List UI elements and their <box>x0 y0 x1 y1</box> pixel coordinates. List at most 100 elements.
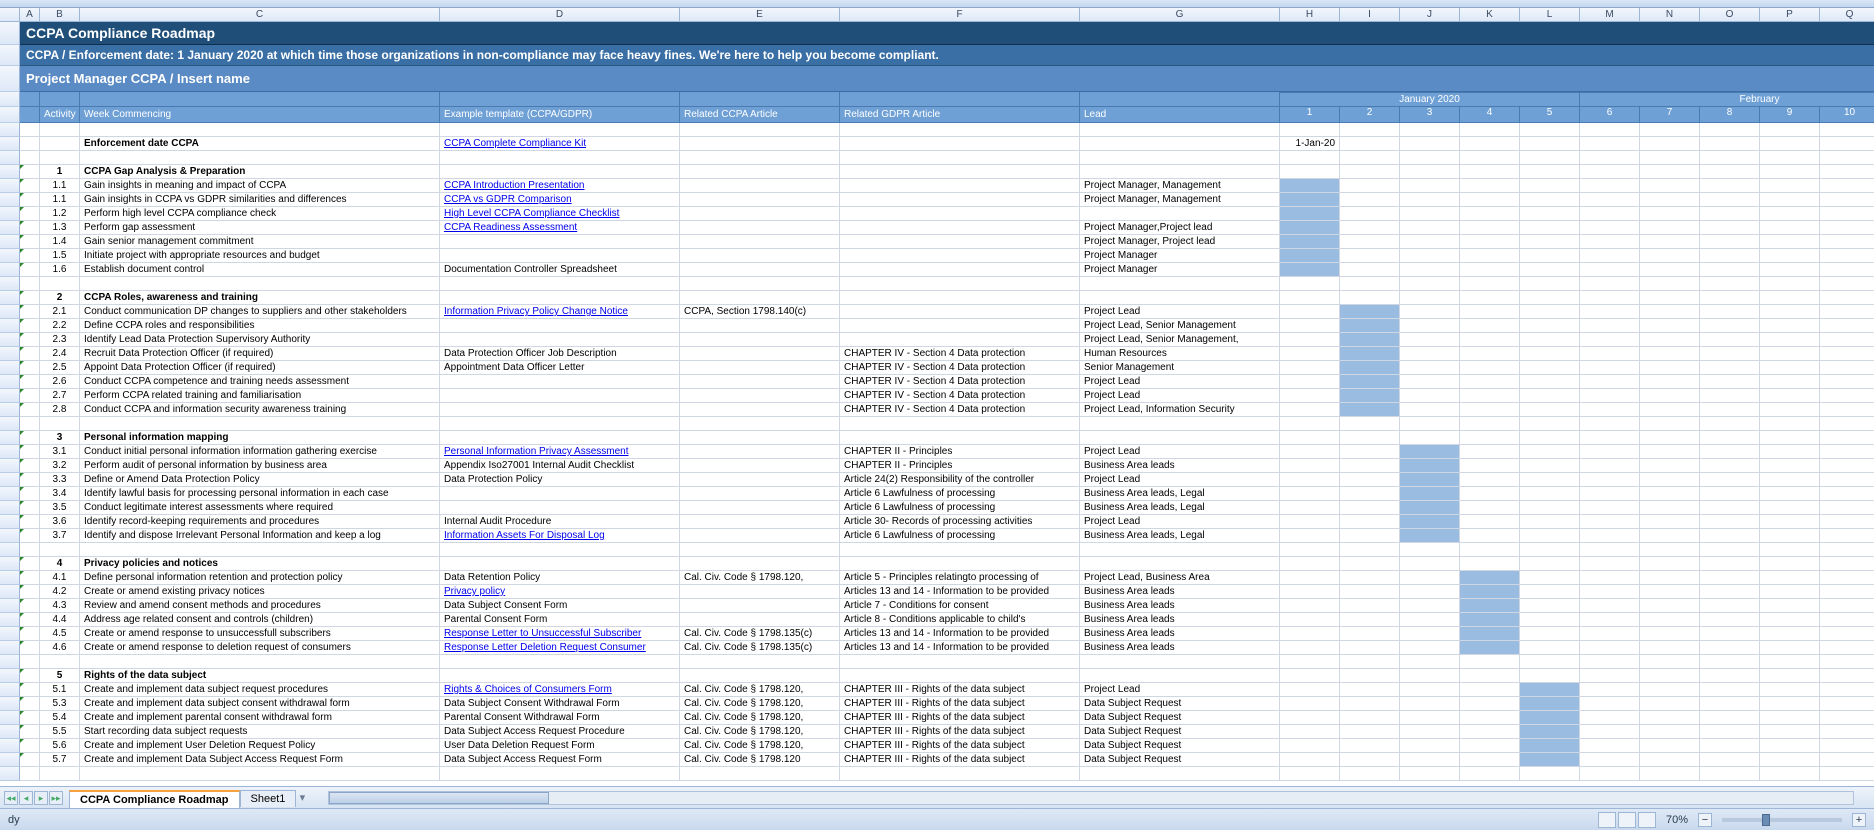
cell[interactable] <box>1640 501 1700 515</box>
activity-id[interactable]: 2.1 <box>40 305 80 319</box>
cell[interactable] <box>1400 347 1460 361</box>
cell[interactable] <box>440 767 680 781</box>
column-header[interactable]: P <box>1760 8 1820 22</box>
cell[interactable] <box>1460 221 1520 235</box>
cell[interactable] <box>20 235 40 249</box>
cell[interactable] <box>1820 571 1874 585</box>
activity-id[interactable]: 4.6 <box>40 641 80 655</box>
cell[interactable] <box>680 151 840 165</box>
template-link[interactable]: Personal Information Privacy Assessment <box>444 446 629 457</box>
cell[interactable] <box>1580 165 1640 179</box>
cell[interactable] <box>1700 431 1760 445</box>
view-page-layout-button[interactable] <box>1618 812 1636 828</box>
cell[interactable] <box>680 277 840 291</box>
cell[interactable] <box>680 123 840 137</box>
cell[interactable] <box>1580 459 1640 473</box>
cell[interactable] <box>40 417 80 431</box>
cell[interactable] <box>680 165 840 179</box>
cell[interactable] <box>1820 305 1874 319</box>
cell[interactable] <box>1700 235 1760 249</box>
row-header[interactable] <box>0 515 20 529</box>
cell[interactable] <box>1640 711 1700 725</box>
cell[interactable] <box>1760 375 1820 389</box>
cell[interactable] <box>1460 515 1520 529</box>
activity-id[interactable]: 2.3 <box>40 333 80 347</box>
row-header[interactable] <box>0 753 20 767</box>
lead-cell[interactable]: Human Resources <box>1080 347 1280 361</box>
cell[interactable] <box>1760 263 1820 277</box>
cell[interactable] <box>1820 361 1874 375</box>
template-cell[interactable]: Data Subject Access Request Form <box>440 753 680 767</box>
cell[interactable] <box>1640 739 1700 753</box>
activity-desc[interactable]: Conduct communication DP changes to supp… <box>80 305 440 319</box>
activity-desc[interactable]: Start recording data subject requests <box>80 725 440 739</box>
gantt-bar[interactable] <box>1460 599 1520 613</box>
cell[interactable] <box>20 515 40 529</box>
cell[interactable] <box>20 529 40 543</box>
ccpa-article[interactable] <box>680 585 840 599</box>
cell[interactable] <box>1280 277 1340 291</box>
cell[interactable] <box>1580 179 1640 193</box>
activity-desc[interactable]: Identify and dispose Irrelevant Personal… <box>80 529 440 543</box>
cell[interactable] <box>1820 333 1874 347</box>
tab-sheet1[interactable]: Sheet1 <box>240 790 297 807</box>
cell[interactable] <box>1700 193 1760 207</box>
cell[interactable] <box>1700 291 1760 305</box>
activity-desc[interactable]: Review and amend consent methods and pro… <box>80 599 440 613</box>
cell[interactable] <box>1580 207 1640 221</box>
cell[interactable] <box>1700 739 1760 753</box>
activity-desc[interactable]: Identify Lead Data Protection Supervisor… <box>80 333 440 347</box>
cell[interactable] <box>20 627 40 641</box>
ccpa-article[interactable] <box>680 529 840 543</box>
activity-desc[interactable]: Perform gap assessment <box>80 221 440 235</box>
ccpa-article[interactable]: CCPA, Section 1798.140(c) <box>680 305 840 319</box>
section-number[interactable]: 1 <box>40 165 80 179</box>
row-header[interactable] <box>0 557 20 571</box>
cell[interactable] <box>1640 473 1700 487</box>
cell[interactable] <box>20 389 40 403</box>
row-header[interactable] <box>0 249 20 263</box>
cell[interactable] <box>40 767 80 781</box>
cell[interactable] <box>1700 641 1760 655</box>
column-header[interactable]: H <box>1280 8 1340 22</box>
cell[interactable] <box>1460 193 1520 207</box>
lead-cell[interactable]: Project Manager, Project lead <box>1080 235 1280 249</box>
cell[interactable] <box>1820 557 1874 571</box>
tab-last-button[interactable]: ▸▸ <box>49 791 63 805</box>
row-header[interactable] <box>0 431 20 445</box>
cell[interactable] <box>440 417 680 431</box>
gantt-bar[interactable] <box>1460 585 1520 599</box>
cell[interactable] <box>1640 417 1700 431</box>
section-title[interactable]: CCPA Roles, awareness and training <box>80 291 440 305</box>
column-header[interactable]: I <box>1340 8 1400 22</box>
cell[interactable] <box>20 221 40 235</box>
cell[interactable] <box>1640 291 1700 305</box>
activity-desc[interactable]: Create or amend existing privacy notices <box>80 585 440 599</box>
cell[interactable] <box>680 767 840 781</box>
gdpr-article[interactable]: CHAPTER III - Rights of the data subject <box>840 697 1080 711</box>
row-header[interactable] <box>0 403 20 417</box>
cell[interactable] <box>840 543 1080 557</box>
cell[interactable] <box>1280 333 1340 347</box>
activity-desc[interactable]: Perform CCPA related training and famili… <box>80 389 440 403</box>
activity-desc[interactable]: Perform audit of personal information by… <box>80 459 440 473</box>
cell[interactable] <box>1340 711 1400 725</box>
cell[interactable] <box>1520 389 1580 403</box>
cell[interactable] <box>1280 431 1340 445</box>
cell[interactable] <box>1580 585 1640 599</box>
cell[interactable] <box>1280 557 1340 571</box>
cell[interactable] <box>1340 641 1400 655</box>
cell[interactable] <box>1280 543 1340 557</box>
ccpa-article[interactable] <box>680 179 840 193</box>
row-header[interactable] <box>0 221 20 235</box>
template-cell[interactable]: Data Subject Consent Form <box>440 599 680 613</box>
cell[interactable] <box>1760 319 1820 333</box>
cell[interactable] <box>680 137 840 151</box>
cell[interactable] <box>1640 767 1700 781</box>
row-header[interactable] <box>0 107 20 123</box>
activity-id[interactable]: 5.7 <box>40 753 80 767</box>
cell[interactable] <box>1520 487 1580 501</box>
row-header[interactable] <box>0 263 20 277</box>
cell[interactable] <box>1700 221 1760 235</box>
column-header[interactable]: A <box>20 8 40 22</box>
